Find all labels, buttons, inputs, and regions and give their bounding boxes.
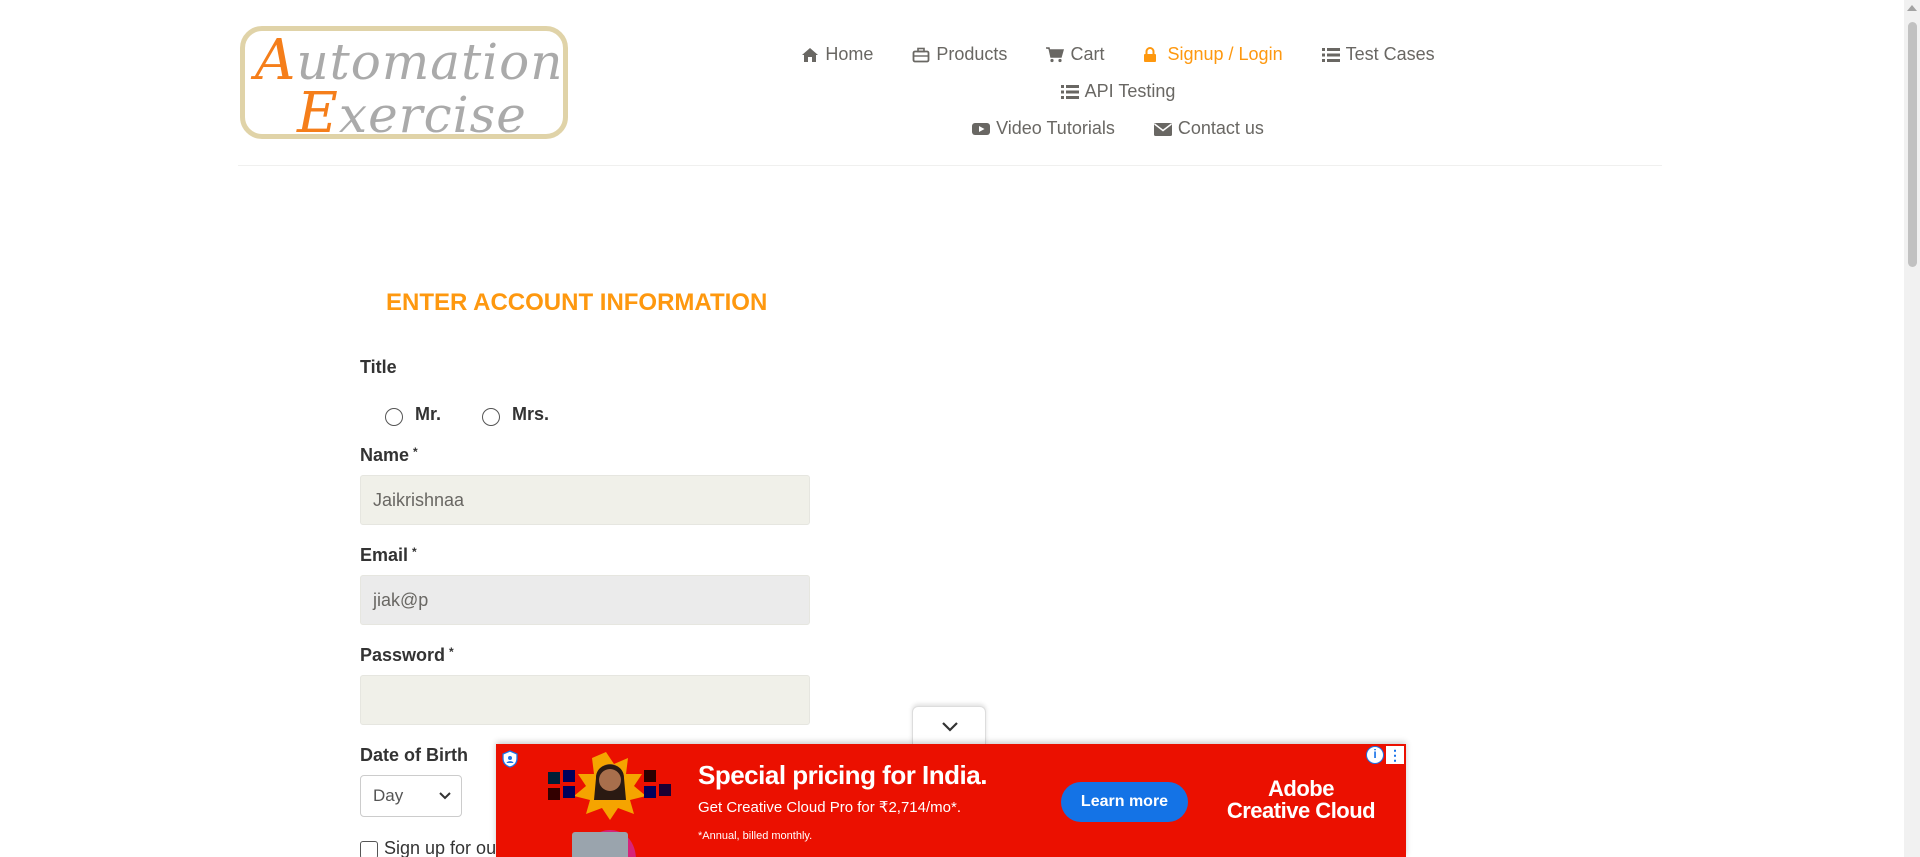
logo-text-2: xercise: [338, 86, 527, 144]
site-header: Automation Exercise Home Products Cart S…: [238, 0, 1662, 166]
required-mark: *: [413, 445, 418, 459]
name-label-text: Name: [360, 445, 410, 465]
newsletter-checkbox[interactable]: [360, 841, 378, 857]
ad-headline: Special pricing for India.: [698, 760, 987, 790]
ad-learn-more-button[interactable]: Learn more: [1061, 782, 1188, 822]
home-icon: [801, 47, 819, 63]
nav-products-label: Products: [936, 44, 1008, 64]
chevron-down-icon: [942, 722, 958, 732]
dob-day-select[interactable]: Day: [360, 775, 462, 817]
lock-icon: [1143, 47, 1161, 63]
main-nav: Home Products Cart Signup / Login Test C…: [728, 36, 1508, 147]
dob-day-value: Day: [373, 786, 404, 805]
site-logo[interactable]: Automation Exercise: [240, 26, 568, 144]
email-field[interactable]: jiak@p: [360, 575, 810, 625]
nav-contact-us-label: Contact us: [1177, 118, 1264, 138]
account-info-heading: ENTER ACCOUNT INFORMATION: [386, 289, 768, 316]
title-mr-label[interactable]: Mr.: [415, 404, 441, 425]
ad-brand-line-2: Creative Cloud: [1226, 798, 1376, 823]
password-field[interactable]: [360, 675, 810, 725]
password-label: Password *: [360, 645, 454, 666]
ad-collapse-button[interactable]: [912, 706, 986, 746]
required-mark: *: [412, 545, 417, 559]
nav-video-tutorials[interactable]: Video Tutorials: [972, 110, 1115, 147]
nav-api-testing[interactable]: API Testing: [1060, 73, 1176, 110]
logo-cap-e: E: [297, 81, 339, 146]
password-label-text: Password: [360, 645, 446, 665]
ad-illustration: [548, 752, 671, 857]
ad-banner[interactable]: Special pricing for India. Get Creative …: [496, 744, 1406, 857]
scroll-up-arrow-icon[interactable]: [1907, 5, 1917, 11]
newsletter-label[interactable]: Sign up for ou: [384, 838, 496, 857]
envelope-icon: [1153, 121, 1172, 137]
ad-info-icon[interactable]: i: [1366, 746, 1384, 764]
nav-test-cases-label: Test Cases: [1345, 44, 1435, 64]
nav-signup-login-label: Signup / Login: [1167, 44, 1283, 64]
ad-brand-line-1: Adobe: [1268, 776, 1334, 801]
adobe-creative-cloud-logo: Adobe Creative Cloud: [1216, 778, 1386, 822]
nav-api-testing-label: API Testing: [1084, 81, 1176, 101]
ad-fine-print: *Annual, billed monthly.: [698, 830, 813, 842]
shield-icon: [502, 750, 518, 768]
list-icon: [1060, 84, 1079, 100]
youtube-play-icon: [972, 121, 991, 137]
name-field[interactable]: Jaikrishnaa: [360, 475, 810, 525]
list-icon: [1321, 47, 1340, 63]
page-scrollbar[interactable]: [1904, 0, 1920, 857]
logo-line-2: Exercise: [255, 86, 553, 144]
title-mrs-radio[interactable]: [482, 408, 500, 426]
nav-video-tutorials-label: Video Tutorials: [996, 118, 1115, 138]
chevron-down-icon: [439, 776, 451, 831]
email-label: Email *: [360, 545, 417, 566]
scrollbar-thumb[interactable]: [1908, 22, 1917, 267]
title-mrs-label[interactable]: Mrs.: [512, 404, 549, 425]
nav-signup-login[interactable]: Signup / Login: [1143, 36, 1283, 73]
nav-products[interactable]: Products: [912, 36, 1007, 73]
nav-home[interactable]: Home: [801, 36, 873, 73]
required-mark: *: [449, 645, 454, 659]
title-label: Title: [360, 357, 397, 377]
title-mrs-option[interactable]: Mrs.: [482, 402, 549, 426]
logo-cap-a: A: [255, 28, 297, 93]
ad-more-options-icon[interactable]: ⋮: [1386, 746, 1404, 764]
nav-cart[interactable]: Cart: [1046, 36, 1104, 73]
cart-icon: [1046, 47, 1065, 63]
title-mr-radio[interactable]: [385, 408, 403, 426]
ad-subline: Get Creative Cloud Pro for ₹2,714/mo*.: [698, 799, 961, 816]
briefcase-icon: [912, 47, 930, 63]
nav-test-cases[interactable]: Test Cases: [1321, 36, 1435, 73]
title-mr-option[interactable]: Mr.: [385, 402, 441, 426]
nav-contact-us[interactable]: Contact us: [1153, 110, 1264, 147]
ad-content[interactable]: Special pricing for India. Get Creative …: [496, 744, 1406, 857]
nav-home-label: Home: [825, 44, 874, 64]
nav-cart-label: Cart: [1070, 44, 1105, 64]
name-label: Name *: [360, 445, 418, 466]
date-of-birth-label: Date of Birth: [360, 745, 468, 765]
email-label-text: Email: [360, 545, 409, 565]
